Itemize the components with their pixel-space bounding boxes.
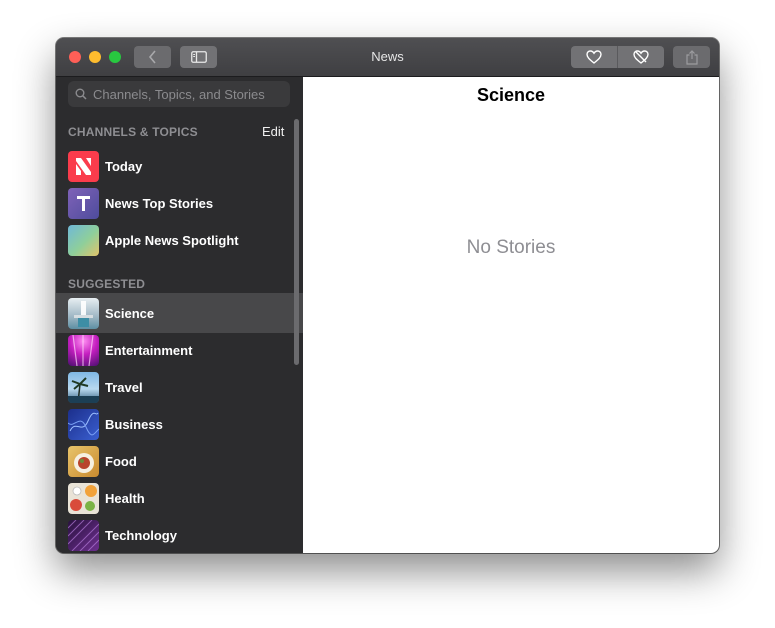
- food-thumbnail: [68, 445, 99, 477]
- sidebar-item-news-top-stories[interactable]: News Top Stories: [56, 183, 303, 223]
- sidebar-item-label: Entertainment: [105, 342, 193, 358]
- sidebar-item-label: Health: [105, 490, 145, 506]
- dislike-button[interactable]: [617, 46, 664, 68]
- sidebar-item-science[interactable]: Science: [56, 293, 303, 333]
- science-thumbnail: [68, 297, 99, 329]
- sidebar-item-label: Apple News Spotlight: [105, 232, 239, 248]
- search-icon: [75, 88, 87, 100]
- chevron-left-icon: [148, 50, 156, 64]
- toggle-sidebar-button[interactable]: [180, 46, 217, 68]
- close-window-button[interactable]: [69, 51, 81, 63]
- sidebar-item-label: Today: [105, 158, 143, 174]
- main-content: Science No Stories: [303, 77, 719, 553]
- sidebar-item-label: Technology: [105, 527, 177, 543]
- sidebar-item-today[interactable]: Today: [56, 146, 303, 186]
- page-title: Science: [476, 85, 546, 105]
- sidebar-item-label: Food: [105, 453, 137, 469]
- suggested-header: SUGGESTED: [68, 277, 146, 291]
- title-bar: News: [56, 38, 719, 77]
- top-stories-icon: [68, 187, 99, 219]
- sidebar-item-technology[interactable]: Technology: [56, 515, 303, 553]
- edit-button[interactable]: Edit: [262, 124, 284, 139]
- minimize-window-button[interactable]: [89, 51, 101, 63]
- sidebar-item-food[interactable]: Food: [56, 441, 303, 481]
- health-thumbnail: [68, 482, 99, 514]
- apple-news-icon: [68, 150, 99, 182]
- sidebar: CHANNELS & TOPICS Edit Today News Top St…: [56, 77, 303, 553]
- search-input[interactable]: [91, 85, 285, 103]
- channels-topics-header: CHANNELS & TOPICS: [68, 125, 198, 139]
- sidebar-item-label: Science: [105, 305, 155, 321]
- sidebar-item-label: News Top Stories: [105, 195, 214, 211]
- empty-state-message: No Stories: [466, 237, 556, 258]
- search-field[interactable]: [68, 81, 290, 107]
- sidebar-item-label: Travel: [105, 379, 143, 395]
- entertainment-thumbnail: [68, 334, 99, 366]
- sidebar-item-apple-news-spotlight[interactable]: Apple News Spotlight: [56, 220, 303, 260]
- heart-icon: [586, 50, 602, 64]
- sidebar-item-entertainment[interactable]: Entertainment: [56, 330, 303, 370]
- sidebar-item-label: Business: [105, 416, 163, 432]
- business-thumbnail: [68, 408, 99, 440]
- share-icon: [685, 49, 698, 65]
- zoom-window-button[interactable]: [109, 51, 121, 63]
- spotlight-icon: [68, 224, 99, 256]
- back-button[interactable]: [134, 46, 171, 68]
- travel-thumbnail: [68, 371, 99, 403]
- love-dislike-segment: [571, 46, 664, 68]
- technology-thumbnail: [68, 519, 99, 551]
- sidebar-icon: [190, 51, 207, 63]
- sidebar-scrollbar[interactable]: [294, 119, 299, 365]
- love-button[interactable]: [571, 46, 617, 68]
- sidebar-item-travel[interactable]: Travel: [56, 367, 303, 407]
- news-window: News Channels, Topics, and Stories CHANN…: [56, 38, 719, 553]
- sidebar-item-health[interactable]: Health: [56, 478, 303, 518]
- broken-heart-icon: [633, 50, 649, 64]
- share-button[interactable]: [673, 46, 710, 68]
- sidebar-item-business[interactable]: Business: [56, 404, 303, 444]
